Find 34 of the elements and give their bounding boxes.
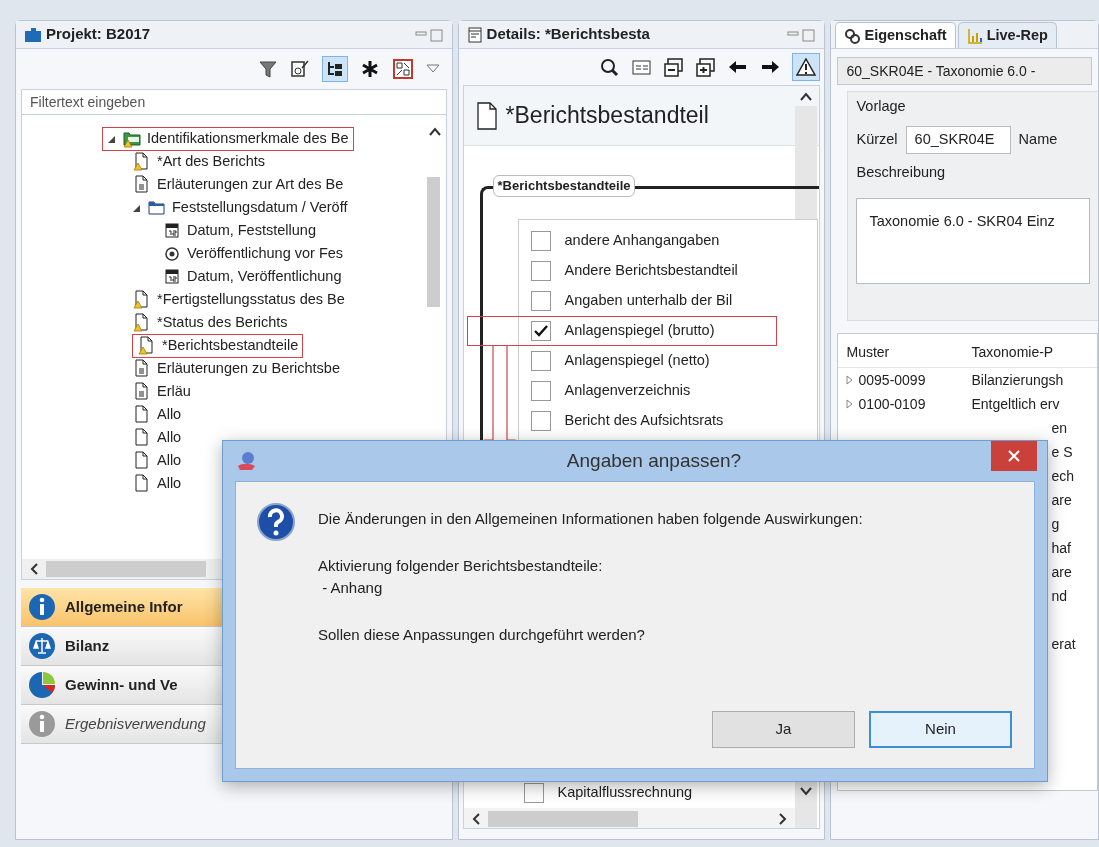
field-label: Kürzel xyxy=(856,129,898,149)
checkbox-label: Kapitalflussrechnung xyxy=(557,783,693,803)
table-cell-text: g xyxy=(1051,514,1060,534)
panel-title: Details: *Berichtsbesta xyxy=(486,24,650,45)
group-title: Vorlage xyxy=(856,97,907,116)
table-cell-text: haf xyxy=(1051,538,1071,558)
table-cell-text: are xyxy=(1051,490,1072,510)
dialog-message: Aktivierung folgender Berichtsbestandteile: xyxy=(318,555,604,576)
table-cell-text: e S xyxy=(1051,442,1073,462)
panel-title: Projekt: B2017 xyxy=(46,24,151,45)
group-title: *Berichtsbestandteile xyxy=(492,175,636,197)
dialog-message: Sollen diese Anpassungen durchgeführt werden? xyxy=(318,624,646,645)
field-label: Name xyxy=(1018,129,1058,149)
table-cell-text: nd xyxy=(1051,586,1068,606)
dialog-message: Die Änderungen in den Allgemeinen Informationen haben folgende Auswirkungen: xyxy=(318,509,863,529)
dialog-title: Angaben anpassen? xyxy=(566,448,742,473)
table-cell-text: are xyxy=(1051,562,1072,582)
checkbox-label: Anlagenverzeichnis xyxy=(564,381,691,401)
table-cell-text: 0100-0109 xyxy=(858,394,926,414)
checkbox-label: Bericht des Aufsichtsrats xyxy=(564,411,724,431)
field-label: Beschreibung xyxy=(856,162,947,182)
table-cell-text: ech xyxy=(1051,466,1075,486)
page-heading: *Berichtsbestandteil xyxy=(505,101,709,131)
table-cell-text: erat xyxy=(1051,634,1076,654)
checkbox-label: Andere Berichtsbestandteil xyxy=(564,261,738,281)
table-cell-text: Bilanzierungsh xyxy=(970,370,1064,390)
dialog-message: - Anhang xyxy=(321,578,384,598)
checkbox-label: Angaben unterhalb der Bil xyxy=(564,291,733,311)
table-cell-text: 0095-0099 xyxy=(858,370,926,390)
table-cell-text: en xyxy=(1051,418,1068,438)
table-cell-text: Entgeltlich erv xyxy=(970,394,1060,414)
checkbox-label: andere Anhangangaben xyxy=(564,231,720,251)
checkbox-label: Anlagenspiegel (netto) xyxy=(564,351,710,371)
checkbox-label: Anlagenspiegel (brutto) xyxy=(564,321,715,341)
